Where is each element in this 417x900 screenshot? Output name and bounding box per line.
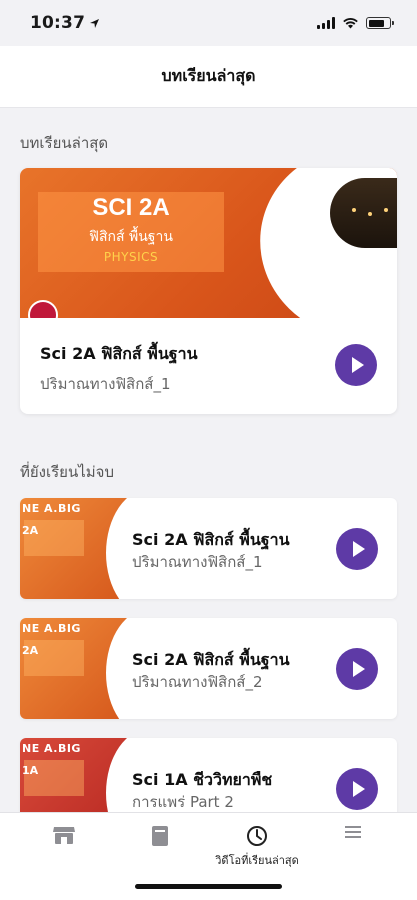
banner-subject: ฟิสิกส์ พื้นฐาน — [89, 229, 173, 245]
tab-recent-videos[interactable]: วิดีโอที่เรียนล่าสุด — [215, 825, 299, 869]
clock-icon — [247, 826, 267, 846]
thumbnail-brand: NE A.BIG — [22, 742, 81, 755]
nav-bar: บทเรียนล่าสุด — [0, 46, 417, 108]
tab-menu[interactable] — [313, 825, 393, 839]
thumbnail-brand: NE A.BIG — [22, 622, 81, 635]
lesson-title: Sci 2A ฟิสิกส์ พื้นฐาน — [40, 344, 198, 363]
lesson-banner-image: SCI 2A ฟิสิกส์ พื้นฐาน PHYSICS science — [20, 168, 397, 318]
cellular-signal-icon — [317, 17, 335, 29]
battery-icon — [366, 17, 394, 29]
location-arrow-icon — [90, 18, 100, 28]
thumbnail-brand: NE A.BIG — [22, 502, 81, 515]
banner-english: PHYSICS — [103, 250, 159, 264]
unfinished-lesson-card[interactable]: NE A.BIG 2A Sci 2A ฟิสิกส์ พื้นฐาน ปริมา… — [20, 498, 397, 599]
lesson-thumbnail: NE A.BIG 2A — [20, 498, 142, 599]
thumbnail-code: 2A — [22, 524, 39, 537]
status-bar: 10:37 — [0, 0, 417, 46]
section-title-recent: บทเรียนล่าสุด — [20, 134, 109, 152]
page-title: บทเรียนล่าสุด — [161, 66, 256, 85]
thumbnail-code: 2A — [22, 644, 39, 657]
lesson-info: Sci 2A ฟิสิกส์ พื้นฐาน ปริมาณทางฟิสิกส์_… — [20, 318, 397, 414]
section-title-unfinished: ที่ยังเรียนไม่จบ — [20, 463, 114, 481]
status-indicators — [317, 17, 394, 29]
thumbnail-code: 1A — [22, 764, 39, 777]
lesson-thumbnail: NE A.BIG 2A — [20, 618, 142, 719]
book-icon — [152, 826, 168, 846]
tab-label: วิดีโอที่เรียนล่าสุด — [215, 854, 299, 867]
play-button[interactable] — [336, 648, 378, 690]
unfinished-lesson-card[interactable]: NE A.BIG 2A Sci 2A ฟิสิกส์ พื้นฐาน ปริมา… — [20, 618, 397, 719]
play-button[interactable] — [336, 768, 378, 810]
play-button[interactable] — [335, 344, 377, 386]
menu-icon — [345, 826, 361, 838]
lab-photo — [330, 178, 397, 248]
tab-store[interactable] — [24, 825, 104, 845]
lesson-subtitle: การแพร่ Part 2 — [132, 793, 234, 811]
store-icon — [53, 827, 75, 844]
school-emblem-icon — [28, 300, 58, 318]
lesson-subtitle: ปริมาณทางฟิสิกส์_1 — [132, 553, 263, 571]
status-time: 10:37 — [30, 13, 86, 33]
lesson-subtitle: ปริมาณทางฟิสิกส์_2 — [132, 673, 263, 691]
banner-course-code: SCI 2A — [92, 194, 170, 221]
recent-lesson-card[interactable]: SCI 2A ฟิสิกส์ พื้นฐาน PHYSICS science S… — [20, 168, 397, 414]
lesson-subtitle: ปริมาณทางฟิสิกส์_1 — [40, 375, 171, 393]
play-button[interactable] — [336, 528, 378, 570]
tab-courses[interactable] — [120, 825, 200, 847]
home-indicator[interactable] — [135, 884, 282, 889]
status-time-group: 10:37 — [30, 13, 100, 33]
wifi-icon — [343, 18, 358, 29]
